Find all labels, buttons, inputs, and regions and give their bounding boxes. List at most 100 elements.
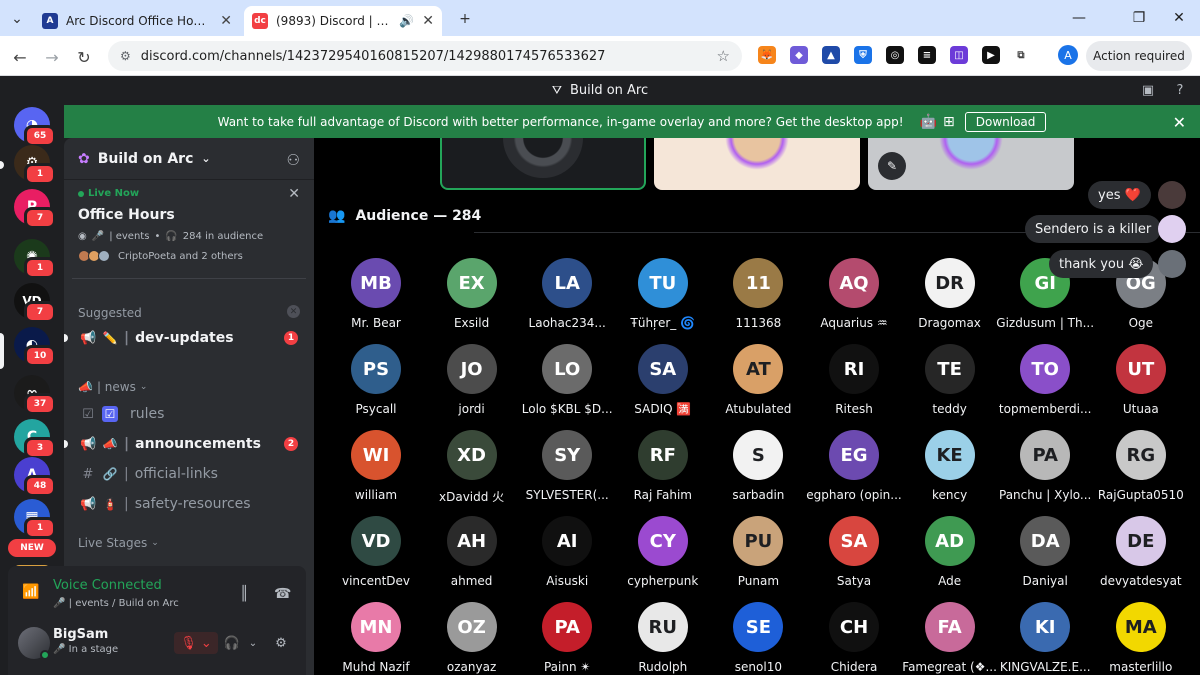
audience-member[interactable]: DE devyatdesyat bbox=[1093, 514, 1189, 598]
speaker-tile[interactable] bbox=[654, 138, 860, 190]
audience-member[interactable]: VD vincentDev bbox=[328, 514, 424, 598]
audience-member[interactable]: OZ ozanyaz bbox=[424, 600, 520, 675]
audience-member[interactable]: Ssarbadin bbox=[710, 428, 806, 512]
audience-member[interactable]: PA Painn ✴ bbox=[519, 600, 615, 675]
site-info-icon[interactable]: ⚙ bbox=[120, 49, 131, 63]
audience-member[interactable]: AH ahmed bbox=[424, 514, 520, 598]
forward-icon[interactable]: → bbox=[40, 45, 64, 69]
disconnect-icon[interactable]: ☎ bbox=[274, 586, 291, 602]
voice-channel[interactable]: 🎤 | events / Build on Arc bbox=[53, 598, 179, 609]
channel-safety-resources[interactable]: 📢 🧯 | safety-resources bbox=[72, 490, 306, 518]
settings-gear-icon[interactable]: ⚙ bbox=[270, 632, 292, 654]
audience-member[interactable]: EX Exsild bbox=[424, 256, 520, 340]
voice-status[interactable]: Voice Connected bbox=[53, 578, 162, 593]
speaker-tile[interactable]: ✎ bbox=[868, 138, 1074, 190]
extension-icon[interactable]: ≡ bbox=[918, 46, 936, 64]
audience-member[interactable]: PS Psycall bbox=[328, 342, 424, 426]
restore-icon[interactable]: ❐ bbox=[1124, 6, 1154, 30]
audience-member[interactable]: XD xDavidd 火 bbox=[424, 428, 520, 512]
audience-member[interactable]: RI Ritesh bbox=[806, 342, 902, 426]
soundboard-icon[interactable]: ║ bbox=[240, 586, 248, 602]
audience-member[interactable]: FA Famegreat (❖... bbox=[902, 600, 998, 675]
audience-member[interactable]: SA SADIQ 🈵 bbox=[615, 342, 711, 426]
audience-member[interactable]: TO topmemberdi... bbox=[997, 342, 1093, 426]
extension-icon[interactable]: ◫ bbox=[950, 46, 968, 64]
back-icon[interactable]: ← bbox=[8, 45, 32, 69]
server-icon[interactable]: P 7 bbox=[14, 189, 56, 229]
mute-button[interactable]: 🎙 ⌄ bbox=[174, 632, 218, 654]
audience-member[interactable]: CY cypherpunk bbox=[615, 514, 711, 598]
server-icon-build-on-arc[interactable]: ◐ 10 bbox=[14, 327, 56, 367]
shield-extension-icon[interactable]: ⛨ bbox=[854, 46, 872, 64]
audience-member[interactable]: MA masterlillo bbox=[1093, 600, 1189, 675]
metamask-extension-icon[interactable]: 🦊 bbox=[758, 46, 776, 64]
direct-messages-button[interactable]: ◕ 65 bbox=[14, 107, 56, 147]
tab-search-icon[interactable]: ⌄ bbox=[6, 8, 28, 30]
audience-member[interactable]: UT Utuaa bbox=[1093, 342, 1189, 426]
inbox-icon[interactable]: ▣ bbox=[1140, 82, 1156, 98]
close-icon[interactable]: ✕ bbox=[220, 13, 232, 29]
username[interactable]: BigSam bbox=[53, 627, 108, 642]
channel-rules[interactable]: ☑ ☑ rules bbox=[72, 400, 306, 428]
extension-icon[interactable]: ▲ bbox=[822, 46, 840, 64]
speaker-icon[interactable]: 🔊 bbox=[399, 14, 414, 28]
address-bar[interactable]: ⚙ discord.com/channels/14237295401608152… bbox=[108, 41, 742, 71]
audience-member[interactable]: MB Mr. Bear bbox=[328, 256, 424, 340]
close-icon[interactable]: ✕ bbox=[422, 13, 434, 29]
audience-member[interactable]: AD Ade bbox=[902, 514, 998, 598]
server-icon[interactable]: ∞ 37 bbox=[14, 375, 56, 415]
profile-avatar[interactable]: A bbox=[1058, 45, 1078, 65]
audience-member[interactable]: KI KINGVALZE.E... bbox=[997, 600, 1093, 675]
extension-icon[interactable]: ◆ bbox=[790, 46, 808, 64]
channel-announcements[interactable]: 📢 📣 | announcements 2 bbox=[64, 430, 306, 458]
audience-member[interactable]: AQ Aquarius ♒ bbox=[806, 256, 902, 340]
extensions-puzzle-icon[interactable]: ⧉ bbox=[1012, 46, 1030, 64]
action-required-button[interactable]: Action required bbox=[1086, 41, 1192, 71]
audience-member[interactable]: LO Lolo $KBL $D... bbox=[519, 342, 615, 426]
audience-member[interactable]: PA Panchu | Xylo... bbox=[997, 428, 1093, 512]
audience-member[interactable]: 11 111368 bbox=[710, 256, 806, 340]
audience-member[interactable]: MN Muhd Nazif bbox=[328, 600, 424, 675]
audience-member[interactable]: TE teddy bbox=[902, 342, 998, 426]
audience-member[interactable]: AI Aisuski bbox=[519, 514, 615, 598]
server-icon[interactable]: ✺ 1 bbox=[14, 239, 56, 279]
tab-discord[interactable]: dc (9893) Discord | 🎤 | events 🔊 ✕ bbox=[244, 6, 442, 36]
guild-header[interactable]: ✿ Build on Arc ⌄ ⚇ bbox=[64, 138, 314, 180]
channel-official-links[interactable]: # 🔗 | official-links bbox=[72, 460, 306, 488]
help-icon[interactable]: ? bbox=[1172, 82, 1188, 98]
audience-member[interactable]: JO jordi bbox=[424, 342, 520, 426]
audience-member[interactable]: RF Raj Fahim bbox=[615, 428, 711, 512]
audience-member[interactable]: DR Dragomax bbox=[902, 256, 998, 340]
bookmark-star-icon[interactable]: ☆ bbox=[717, 47, 730, 65]
audience-member[interactable]: SA Satya bbox=[806, 514, 902, 598]
chevron-down-icon[interactable]: ⌄ bbox=[246, 632, 260, 654]
audience-member[interactable]: WI william bbox=[328, 428, 424, 512]
audience-member[interactable]: SY SYLVESTER(... bbox=[519, 428, 615, 512]
download-button[interactable]: Download bbox=[964, 111, 1047, 132]
audience-member[interactable]: SE senol10 bbox=[710, 600, 806, 675]
url-text[interactable]: discord.com/channels/1423729540160815207… bbox=[141, 49, 707, 64]
reload-icon[interactable]: ↻ bbox=[72, 45, 96, 69]
dismiss-suggested-icon[interactable]: ✕ bbox=[287, 305, 300, 318]
audience-member[interactable]: EG egpharo (opin... bbox=[806, 428, 902, 512]
audience-member[interactable]: RU Rudolph bbox=[615, 600, 711, 675]
audience-member[interactable]: KE kency bbox=[902, 428, 998, 512]
category-news[interactable]: 📣 | news ⌄ bbox=[78, 380, 147, 394]
audience-member[interactable]: TU Ŧühŗer_ 🌀 bbox=[615, 256, 711, 340]
audience-member[interactable]: CH Chidera bbox=[806, 600, 902, 675]
server-icon[interactable]: A 48 bbox=[14, 457, 56, 497]
invite-people-icon[interactable]: ⚇ bbox=[287, 151, 300, 169]
extension-icon[interactable]: ◎ bbox=[886, 46, 904, 64]
minimize-icon[interactable]: — bbox=[1064, 6, 1094, 30]
server-icon[interactable]: ▦ 1 bbox=[14, 499, 56, 539]
audience-member[interactable]: PU Punam bbox=[710, 514, 806, 598]
server-icon[interactable]: C 3 bbox=[14, 419, 56, 459]
close-icon[interactable]: ✕ bbox=[1173, 113, 1186, 132]
audience-member[interactable]: DA Daniyal bbox=[997, 514, 1093, 598]
server-icon[interactable]: ⚙ 1 bbox=[14, 145, 56, 185]
live-stage-card[interactable]: Live Now ✕ Office Hours ◉ 🎤 | events • 🎧… bbox=[70, 182, 308, 270]
speaker-tile[interactable] bbox=[440, 138, 646, 190]
extension-icon[interactable]: ▶ bbox=[982, 46, 1000, 64]
window-close-icon[interactable]: ✕ bbox=[1164, 6, 1194, 30]
audience-member[interactable]: RG RajGupta0510 bbox=[1093, 428, 1189, 512]
